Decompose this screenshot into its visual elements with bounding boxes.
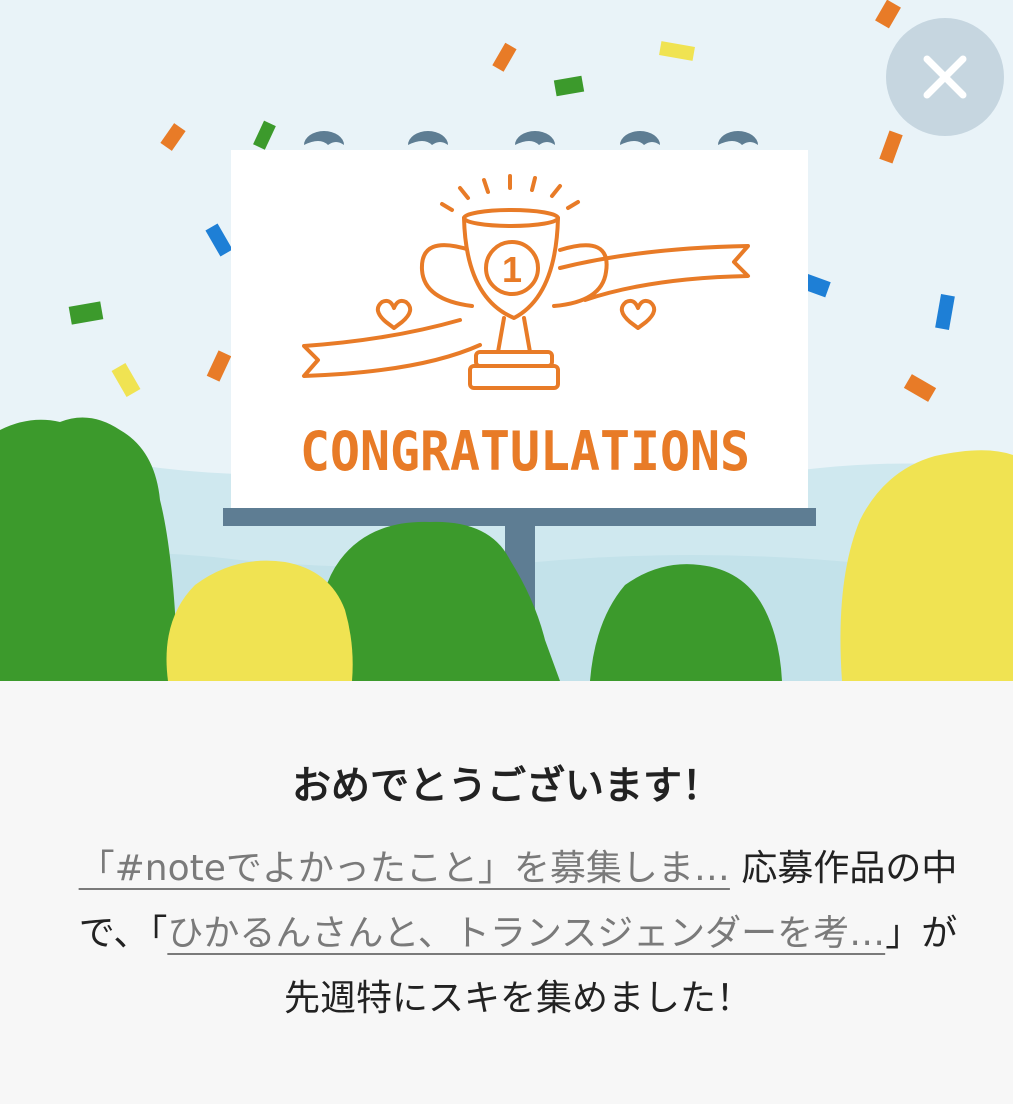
modal-content: おめでとうございます！ 「#noteでよかったこと」を募集しま… 応募作品の中で…: [0, 681, 1013, 1104]
congratulations-title: おめでとうございます！: [291, 764, 721, 809]
congratulations-modal: 1 CONGRATULATIONS おめでとうございます！ 「#noteでよかっ…: [0, 0, 1013, 1104]
trophy-number: 1: [502, 249, 522, 290]
congratulations-banner: 1 CONGRATULATIONS: [0, 0, 1013, 681]
close-icon: [923, 55, 967, 99]
contest-link[interactable]: 「#noteでよかったこと」を募集しま…: [79, 848, 730, 889]
billboard-illustration: 1 CONGRATULATIONS: [0, 0, 1013, 681]
billboard-hooks: [304, 131, 758, 145]
close-button[interactable]: [886, 18, 1004, 136]
article-link[interactable]: ひかるんさんと、トランスジェンダーを考…: [167, 913, 885, 954]
sign-text: CONGRATULATIONS: [300, 420, 750, 483]
congratulations-message: 「#noteでよかったこと」を募集しま… 応募作品の中で、「ひかるんさんと、トラ…: [68, 836, 968, 1031]
